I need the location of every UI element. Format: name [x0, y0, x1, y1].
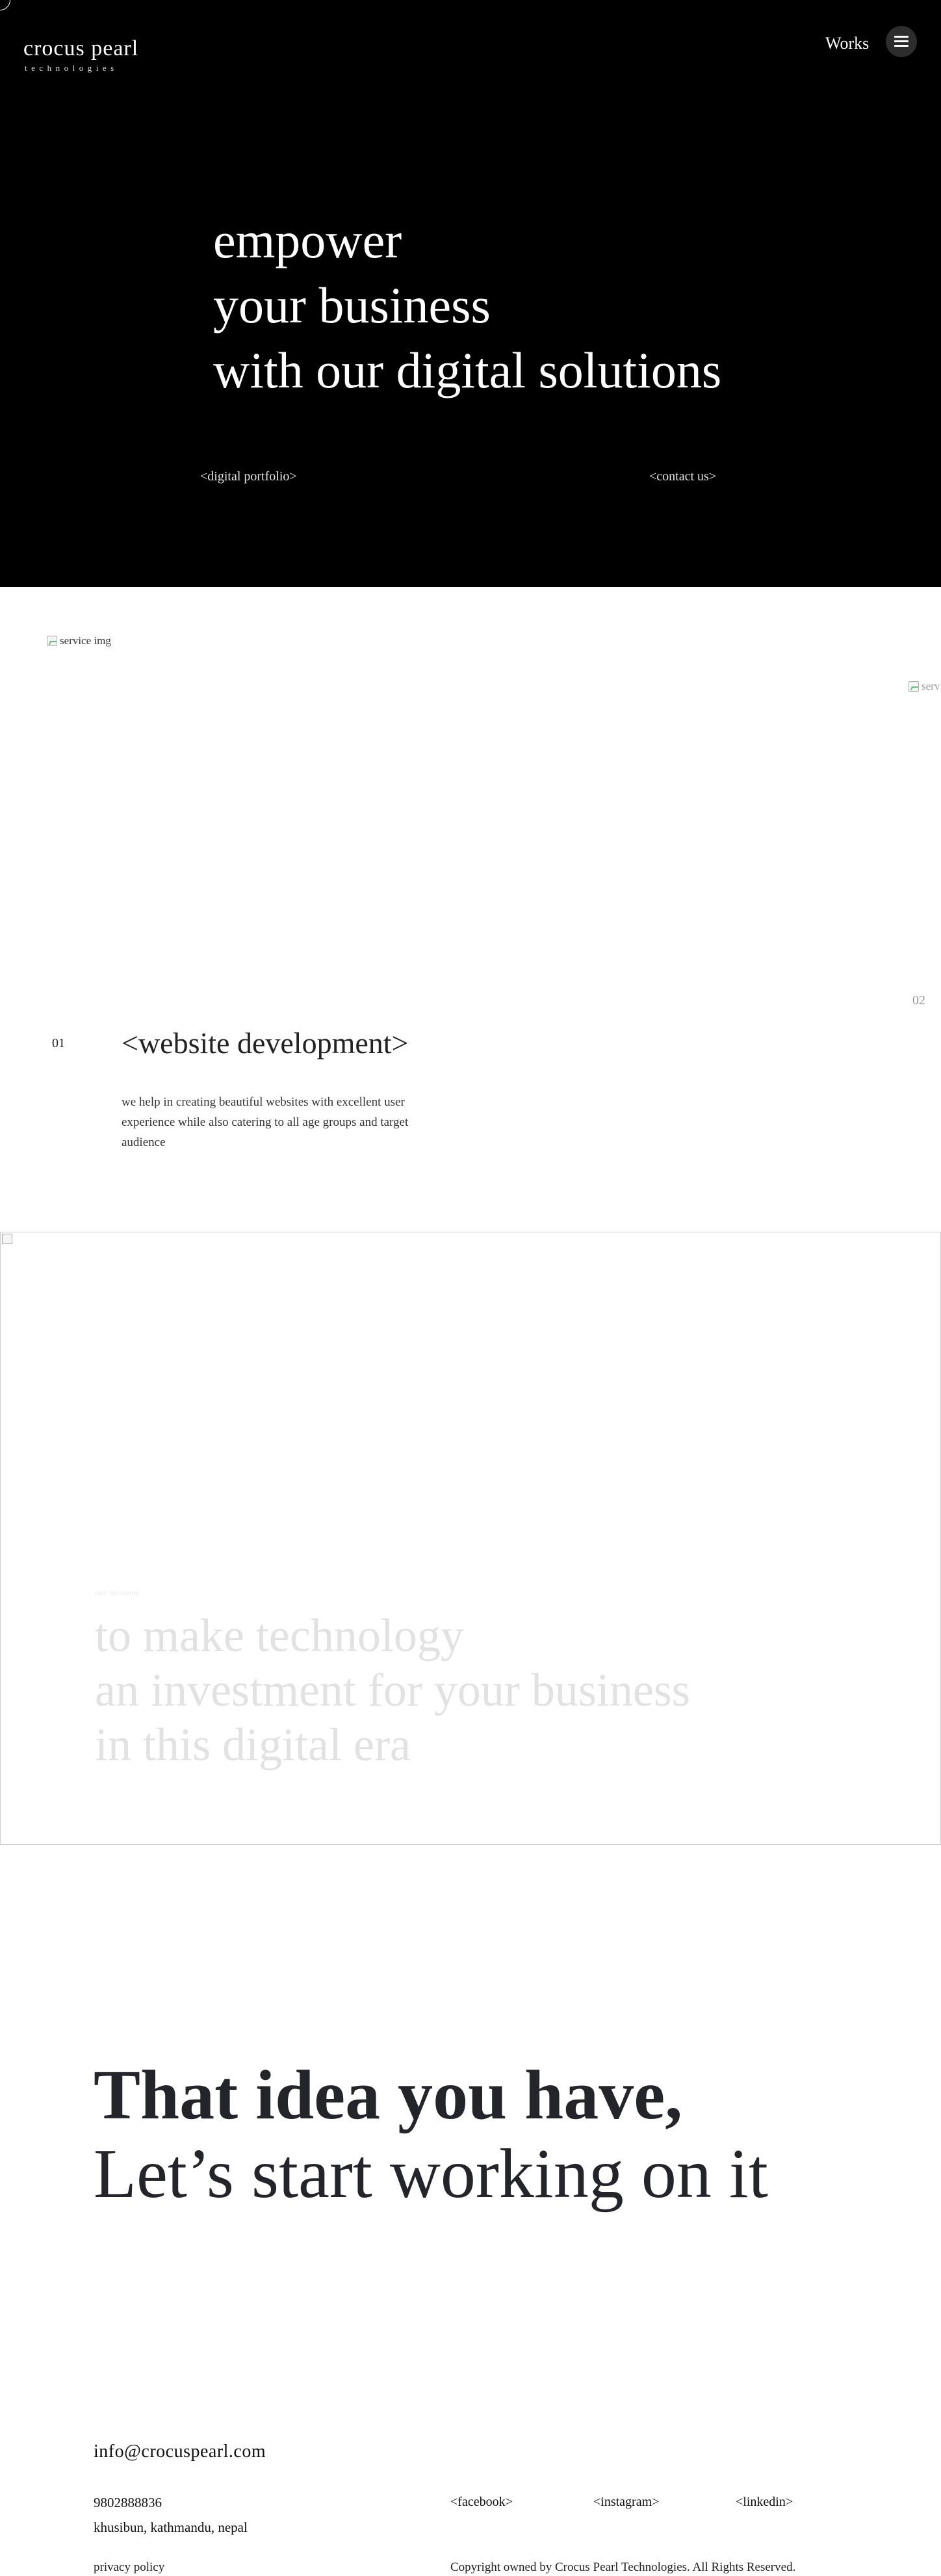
mission-line-1: to make technology [95, 1609, 464, 1661]
cursor-ring-icon [0, 0, 10, 10]
mission-line-2: an investment for your business [95, 1664, 690, 1716]
broken-image-icon [909, 681, 919, 692]
privacy-policy-link[interactable]: privacy policy [94, 2560, 164, 2575]
nav-works-link[interactable]: Works [825, 34, 869, 53]
menu-button[interactable] [886, 26, 917, 57]
instagram-link[interactable]: <instagram> [593, 2495, 659, 2510]
cta-heading-line-1: That idea you have, [94, 2057, 683, 2134]
hero-section: crocus pearl technologies Works empower … [0, 0, 941, 587]
service-image-1: service img [47, 634, 111, 647]
footer-address: khusibun, kathmandu, nepal [94, 2519, 248, 2535]
linkedin-link[interactable]: <linkedin> [736, 2495, 793, 2510]
headline-line-3: with our digital solutions [213, 342, 722, 398]
footer-phone[interactable]: 9802888836 [94, 2495, 162, 2511]
mission-line-3: in this digital era [95, 1719, 411, 1771]
broken-image-icon [2, 1234, 12, 1244]
cta-heading-line-2: Let’s start working on it [94, 2135, 768, 2213]
digital-portfolio-link[interactable]: <digital portfolio> [200, 469, 297, 484]
footer-email-link[interactable]: info@crocuspearl.com [94, 2441, 266, 2462]
copyright-notice: Copyright owned by Crocus Pearl Technolo… [450, 2560, 796, 2574]
service-description: we help in creating beautiful websites w… [122, 1095, 409, 1149]
hamburger-icon [894, 36, 909, 47]
headline-line-1: empower [213, 212, 402, 268]
facebook-link[interactable]: <facebook> [450, 2495, 513, 2510]
service-image-2: serv [909, 680, 940, 693]
service-number-current: 01 [52, 1036, 65, 1050]
service-image-alt: service img [60, 634, 111, 647]
service-number-next[interactable]: 02 [912, 993, 925, 1008]
mission-label: our mission [95, 1588, 139, 1597]
service-title: <website development> [122, 1026, 409, 1060]
headline-line-2: your business [213, 277, 491, 333]
brand-logo-name[interactable]: crocus pearl [23, 36, 138, 61]
mission-statement: to make technology an investment for you… [95, 1608, 690, 1772]
brand-logo-subtitle: technologies [25, 63, 118, 73]
service-image-alt: serv [922, 680, 940, 692]
hero-headline: empower your business with our digital s… [213, 208, 721, 403]
mission-section: our mission to make technology an invest… [0, 1232, 941, 1845]
broken-image-icon [47, 636, 57, 646]
contact-us-link[interactable]: <contact us> [649, 469, 716, 484]
